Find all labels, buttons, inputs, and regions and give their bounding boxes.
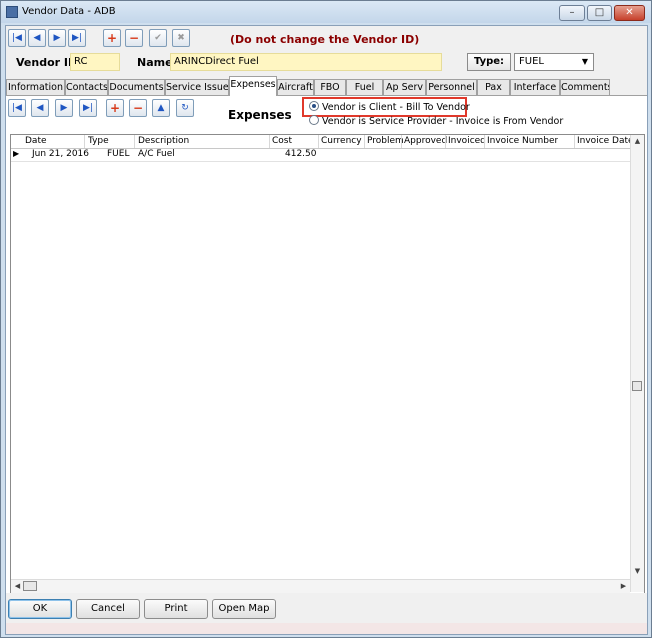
tab-fbo[interactable]: FBO <box>314 79 346 95</box>
cell-type[interactable]: FUEL <box>107 149 129 159</box>
col-header-type[interactable]: Type <box>88 136 109 146</box>
delete-record-button[interactable]: − <box>125 29 143 47</box>
radio-vendor-is-client[interactable]: Vendor is Client - Bill To Vendor <box>309 101 470 113</box>
status-bar <box>6 623 647 634</box>
tab-contacts[interactable]: Contacts <box>65 79 108 95</box>
ok-button[interactable]: OK <box>8 599 72 619</box>
tab-ap-serv[interactable]: Ap Serv <box>383 79 426 95</box>
print-button[interactable]: Print <box>144 599 208 619</box>
open-map-button[interactable]: Open Map <box>212 599 276 619</box>
tab-interface[interactable]: Interface <box>510 79 560 95</box>
col-header-approved[interactable]: Approved <box>404 136 447 146</box>
column-divider[interactable] <box>401 135 402 148</box>
tab-expenses[interactable]: Expenses <box>229 76 277 96</box>
scroll-down-icon[interactable]: ▼ <box>631 567 644 575</box>
col-header-invoice-date[interactable]: Invoice Date I <box>577 136 630 146</box>
scroll-right-icon[interactable]: ▶ <box>617 582 630 590</box>
expenses-panel: |◀ ◀ ▶ ▶| + − ▲ ↻ Expenses Vendor is Cli… <box>6 95 647 594</box>
expense-next-button[interactable]: ▶ <box>55 99 73 117</box>
vendor-data-window: Vendor Data - ADB – □ ✕ |◀ ◀ ▶ ▶| + − ✔ … <box>0 0 652 638</box>
app-icon <box>6 6 18 18</box>
next-record-button[interactable]: ▶ <box>48 29 66 47</box>
tab-personnel[interactable]: Personnel <box>426 79 477 95</box>
column-divider[interactable] <box>318 135 319 148</box>
expenses-grid[interactable]: Date Type Description Cost Currency Prob… <box>10 134 645 594</box>
previous-record-button[interactable]: ◀ <box>28 29 46 47</box>
vertical-scrollbar[interactable]: ▲ ▼ <box>630 135 644 592</box>
cell-description[interactable]: A/C Fuel <box>138 149 175 159</box>
tab-information[interactable]: Information <box>6 79 65 95</box>
expense-refresh-button[interactable]: ↻ <box>176 99 194 117</box>
expense-last-button[interactable]: ▶| <box>79 99 97 117</box>
cell-cost[interactable]: 412.50 <box>285 149 317 159</box>
radio-selected-icon <box>309 101 319 111</box>
expense-move-up-button[interactable]: ▲ <box>152 99 170 117</box>
tab-comments[interactable]: Comments <box>560 79 610 95</box>
column-divider[interactable] <box>84 135 85 148</box>
expense-previous-button[interactable]: ◀ <box>31 99 49 117</box>
dialog-client-area: |◀ ◀ ▶ ▶| + − ✔ ✖ (Do not change the Ven… <box>5 25 648 635</box>
cell-date[interactable]: Jun 21, 2016 <box>32 149 89 159</box>
maximize-button[interactable]: □ <box>587 5 612 21</box>
column-divider[interactable] <box>445 135 446 148</box>
expense-first-button[interactable]: |◀ <box>8 99 26 117</box>
radio-vendor-is-provider[interactable]: Vendor is Service Provider - Invoice is … <box>309 115 563 127</box>
radio-provider-label: Vendor is Service Provider - Invoice is … <box>322 116 564 127</box>
table-row[interactable]: ▶ Jun 21, 2016 FUEL A/C Fuel 412.50 <box>11 149 630 161</box>
col-header-date[interactable]: Date <box>25 136 47 146</box>
col-header-invoiced[interactable]: Invoiced <box>448 136 486 146</box>
expenses-title: Expenses <box>228 108 292 122</box>
vertical-scroll-thumb[interactable] <box>632 381 642 391</box>
last-record-button[interactable]: ▶| <box>68 29 86 47</box>
chevron-down-icon: ▼ <box>581 57 588 66</box>
column-divider[interactable] <box>134 135 135 148</box>
tab-service-issues[interactable]: Service Issues <box>165 79 229 95</box>
tab-documents[interactable]: Documents <box>108 79 165 95</box>
radio-client-label: Vendor is Client - Bill To Vendor <box>322 102 470 113</box>
window-title: Vendor Data - ADB <box>22 6 116 17</box>
col-header-cost[interactable]: Cost <box>272 136 292 146</box>
type-button[interactable]: Type: <box>467 53 511 71</box>
horizontal-scroll-thumb[interactable] <box>23 581 37 591</box>
first-record-button[interactable]: |◀ <box>8 29 26 47</box>
close-button[interactable]: ✕ <box>614 5 645 21</box>
row-indicator-icon: ▶ <box>13 149 20 158</box>
minimize-button[interactable]: – <box>559 5 585 21</box>
expense-add-button[interactable]: + <box>106 99 124 117</box>
tab-fuel[interactable]: Fuel <box>346 79 383 95</box>
horizontal-scrollbar[interactable]: ◀ ▶ <box>11 579 630 593</box>
tab-aircraft[interactable]: Aircraft <box>277 79 314 95</box>
column-divider[interactable] <box>269 135 270 148</box>
vendor-name-field[interactable]: ARINCDirect Fuel <box>170 53 442 71</box>
column-divider[interactable] <box>574 135 575 148</box>
column-divider[interactable] <box>364 135 365 148</box>
scroll-up-icon[interactable]: ▲ <box>631 137 644 145</box>
col-header-invoice-number[interactable]: Invoice Number <box>487 136 558 146</box>
col-header-problem[interactable]: Problem <box>367 136 404 146</box>
col-header-description[interactable]: Description <box>138 136 189 146</box>
grid-header: Date Type Description Cost Currency Prob… <box>11 135 630 149</box>
cancel-button[interactable]: Cancel <box>76 599 140 619</box>
tab-pax[interactable]: Pax <box>477 79 510 95</box>
expense-delete-button[interactable]: − <box>129 99 147 117</box>
button-bar: OK Cancel Print Open Map <box>6 593 647 623</box>
vendor-id-warning: (Do not change the Vendor ID) <box>230 33 420 46</box>
column-divider[interactable] <box>484 135 485 148</box>
vendor-id-field[interactable]: RC <box>70 53 120 71</box>
col-header-currency[interactable]: Currency <box>321 136 362 146</box>
add-record-button[interactable]: + <box>103 29 121 47</box>
tab-strip: Information Contacts Documents Service I… <box>6 76 647 96</box>
save-check-button[interactable]: ✔ <box>149 29 167 47</box>
type-select-value: FUEL <box>519 56 544 67</box>
row-divider <box>11 161 630 162</box>
type-select[interactable]: FUEL ▼ <box>514 53 594 71</box>
cancel-x-button[interactable]: ✖ <box>172 29 190 47</box>
radio-unselected-icon <box>309 115 319 125</box>
title-bar: Vendor Data - ADB – □ ✕ <box>1 1 651 23</box>
